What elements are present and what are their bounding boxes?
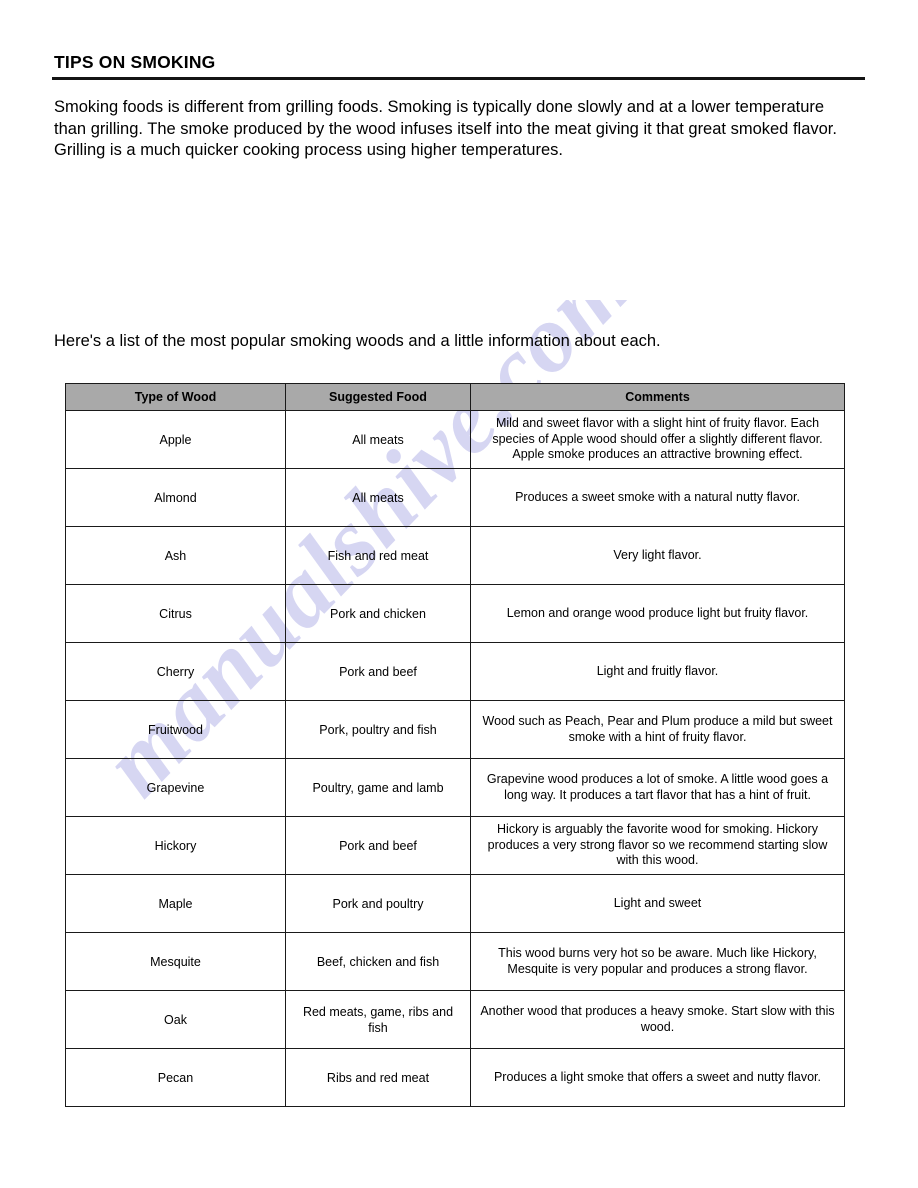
column-header-type-of-wood: Type of Wood (65, 383, 286, 411)
intro-paragraph: Smoking foods is different from grilling… (54, 98, 837, 159)
document-page: manualshive.com TIPS ON SMOKING Smoking … (0, 0, 918, 1188)
title-divider (52, 77, 865, 80)
cell-suggested-food: Red meats, game, ribs and fish (285, 990, 471, 1049)
cell-type-of-wood: Ash (65, 526, 286, 585)
cell-comments: This wood burns very hot so be aware. Mu… (470, 932, 845, 991)
smoking-woods-table: Type of Wood Suggested Food Comments App… (65, 383, 845, 1107)
cell-suggested-food: Beef, chicken and fish (285, 932, 471, 991)
cell-comments: Produces a sweet smoke with a natural nu… (470, 468, 845, 527)
cell-type-of-wood: Oak (65, 990, 286, 1049)
table-row: Apple All meats Mild and sweet flavor with… (65, 410, 845, 469)
table-row: Grapevine Poultry, game and lamb Grapevine… (65, 758, 845, 817)
lead-in-text: Here's a list of the most popular smokin… (54, 332, 661, 350)
cell-type-of-wood: Citrus (65, 584, 286, 643)
column-header-comments: Comments (470, 383, 845, 411)
table-row: Cherry Pork and beef Light and fruitly fla… (65, 642, 845, 701)
table-row: Hickory Pork and beef Hickory is arguably … (65, 816, 845, 875)
cell-comments: Lemon and orange wood produce light but … (470, 584, 845, 643)
table-row: Almond All meats Produces a sweet smoke wi… (65, 468, 845, 527)
cell-suggested-food: All meats (285, 410, 471, 469)
cell-comments: Light and sweet (470, 874, 845, 933)
cell-type-of-wood: Pecan (65, 1048, 286, 1107)
cell-suggested-food: Ribs and red meat (285, 1048, 471, 1107)
cell-type-of-wood: Cherry (65, 642, 286, 701)
cell-type-of-wood: Grapevine (65, 758, 286, 817)
column-header-suggested-food: Suggested Food (285, 383, 471, 411)
cell-type-of-wood: Almond (65, 468, 286, 527)
table-row: Pecan Ribs and red meat Produces a light s… (65, 1048, 845, 1107)
cell-suggested-food: All meats (285, 468, 471, 527)
cell-comments: Very light flavor. (470, 526, 845, 585)
cell-type-of-wood: Apple (65, 410, 286, 469)
cell-type-of-wood: Hickory (65, 816, 286, 875)
cell-suggested-food: Pork and chicken (285, 584, 471, 643)
table-row: Oak Red meats, game, ribs and fish Another… (65, 990, 845, 1049)
cell-comments: Grapevine wood produces a lot of smoke. … (470, 758, 845, 817)
cell-type-of-wood: Mesquite (65, 932, 286, 991)
table-row: Mesquite Beef, chicken and fish This wood … (65, 932, 845, 991)
cell-suggested-food: Pork and poultry (285, 874, 471, 933)
cell-type-of-wood: Fruitwood (65, 700, 286, 759)
table-row: Fruitwood Pork, poultry and fish Wood such… (65, 700, 845, 759)
cell-suggested-food: Pork and beef (285, 642, 471, 701)
cell-comments: Wood such as Peach, Pear and Plum produc… (470, 700, 845, 759)
smoking-woods-table-container: Type of Wood Suggested Food Comments App… (65, 383, 845, 1107)
table-header: Type of Wood Suggested Food Comments (65, 383, 845, 411)
cell-suggested-food: Fish and red meat (285, 526, 471, 585)
table-row: Citrus Pork and chicken Lemon and orange w… (65, 584, 845, 643)
table-row: Ash Fish and red meat Very light flavor. (65, 526, 845, 585)
table-body: Apple All meats Mild and sweet flavor with… (65, 410, 845, 1107)
cell-comments: Light and fruitly flavor. (470, 642, 845, 701)
table-row: Maple Pork and poultry Light and sweet (65, 874, 845, 933)
cell-suggested-food: Pork, poultry and fish (285, 700, 471, 759)
cell-suggested-food: Pork and beef (285, 816, 471, 875)
cell-comments: Mild and sweet flavor with a slight hint… (470, 410, 845, 469)
cell-comments: Hickory is arguably the favorite wood fo… (470, 816, 845, 875)
page-title: TIPS ON SMOKING (54, 52, 216, 72)
cell-suggested-food: Poultry, game and lamb (285, 758, 471, 817)
cell-comments: Produces a light smoke that offers a swe… (470, 1048, 845, 1107)
cell-type-of-wood: Maple (65, 874, 286, 933)
table-header-row: Type of Wood Suggested Food Comments (65, 383, 845, 411)
cell-comments: Another wood that produces a heavy smoke… (470, 990, 845, 1049)
